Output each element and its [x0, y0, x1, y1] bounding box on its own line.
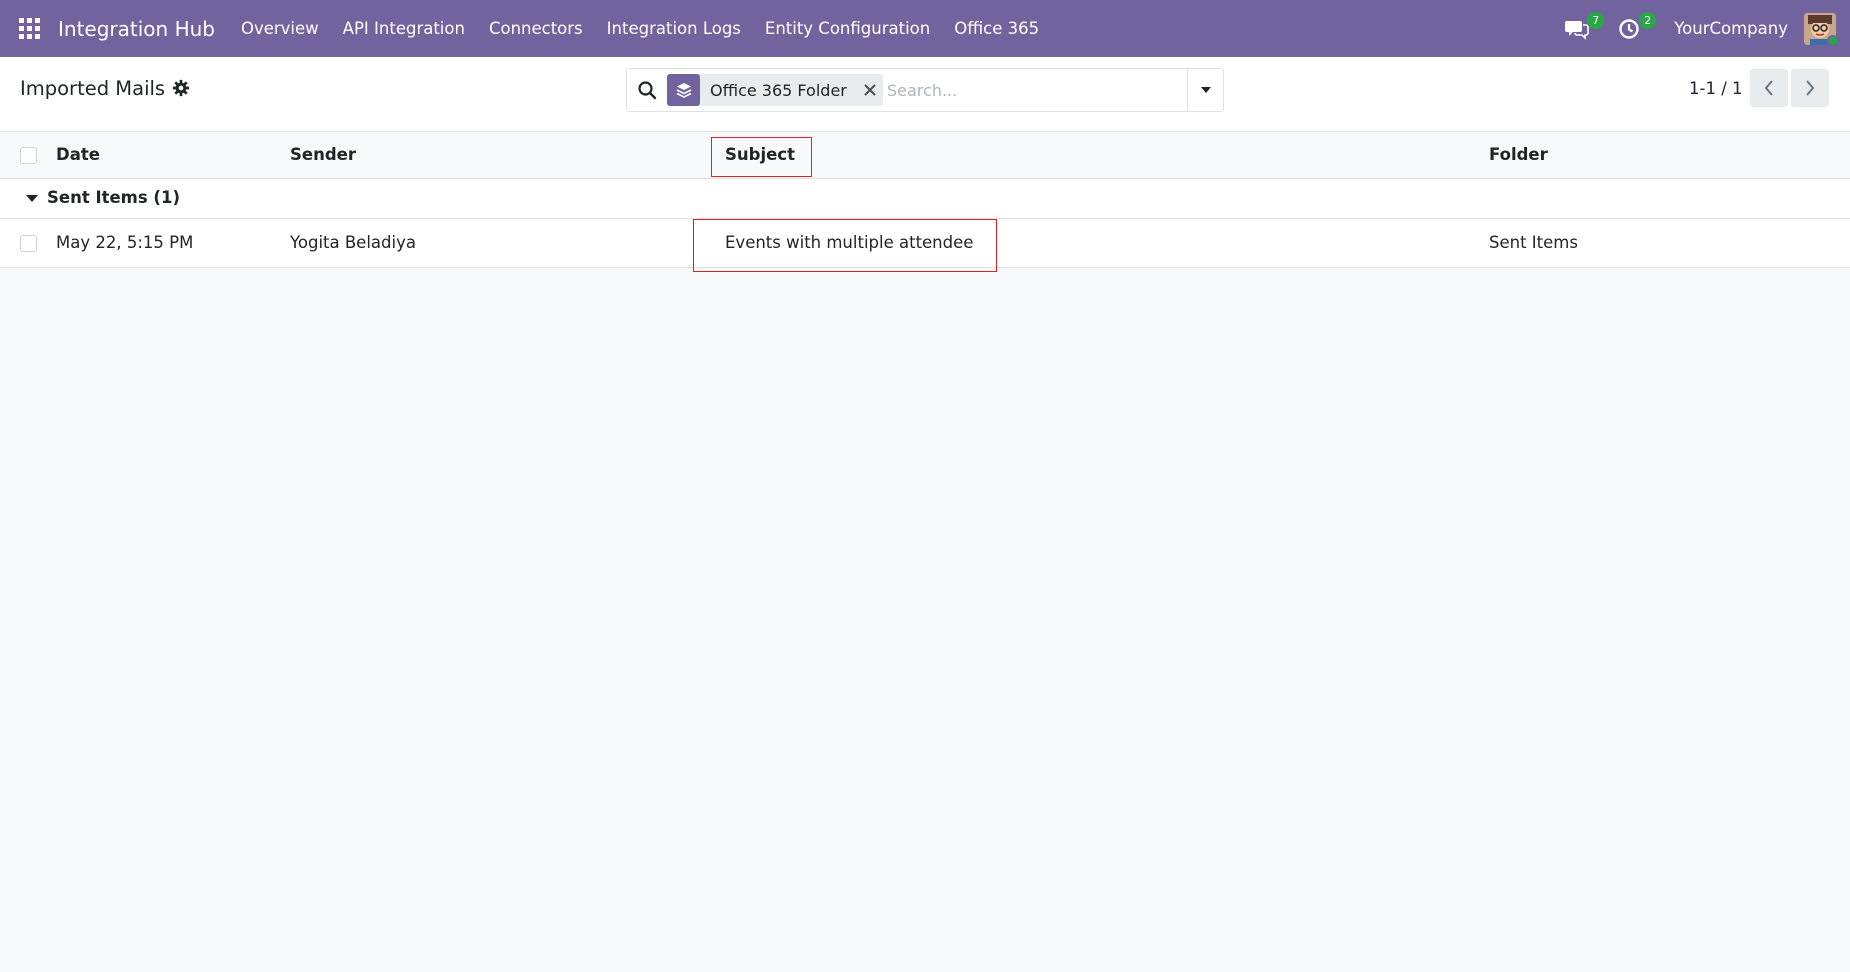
caret-down-icon	[26, 195, 38, 202]
app-brand[interactable]: Integration Hub	[58, 17, 215, 41]
app-menu-button[interactable]	[0, 0, 58, 57]
layers-icon	[667, 74, 700, 106]
caret-down-icon	[1200, 87, 1211, 93]
cell-folder: Sent Items	[1489, 233, 1578, 252]
search-options-toggle[interactable]	[1187, 69, 1223, 111]
facet-label: Office 365 Folder	[710, 80, 847, 100]
group-row-sent-items[interactable]: Sent Items (1)	[0, 179, 1850, 219]
search-icon[interactable]	[637, 80, 657, 100]
grid-icon	[18, 18, 40, 39]
systray: 7 2 YourCompany	[1562, 0, 1850, 57]
select-all-checkbox[interactable]	[20, 147, 37, 164]
cell-sender: Yogita Beladiya	[290, 233, 416, 252]
menu-overview[interactable]: Overview	[241, 19, 319, 38]
chat-bubbles-icon	[1565, 20, 1590, 40]
activities-count-badge: 2	[1639, 11, 1657, 29]
messages-count-badge: 7	[1587, 11, 1605, 29]
menu-connectors[interactable]: Connectors	[489, 19, 583, 38]
page-title: Imported Mails	[20, 77, 166, 100]
pager-previous-button[interactable]	[1750, 69, 1788, 107]
facet-remove-button[interactable]	[857, 74, 883, 106]
pager-next-button[interactable]	[1791, 69, 1829, 107]
clock-icon	[1619, 18, 1639, 39]
table-header: Date Sender Subject Folder	[0, 132, 1850, 179]
menu-integration-logs[interactable]: Integration Logs	[607, 19, 741, 38]
column-header-date[interactable]: Date	[56, 145, 100, 164]
pager-value[interactable]: 1-1 / 1	[1689, 79, 1743, 98]
menu-api-integration[interactable]: API Integration	[343, 19, 465, 38]
menu-office-365[interactable]: Office 365	[954, 19, 1039, 38]
control-panel: Imported Mails Office 365 Folder Search.…	[0, 57, 1850, 132]
close-icon	[864, 84, 876, 96]
search-bar: Office 365 Folder	[626, 68, 1224, 112]
user-avatar[interactable]	[1804, 12, 1839, 47]
online-status-dot	[1827, 34, 1839, 47]
column-header-folder[interactable]: Folder	[1489, 145, 1548, 164]
menu-entity-configuration[interactable]: Entity Configuration	[765, 19, 930, 38]
chevron-right-icon	[1806, 80, 1815, 96]
row-checkbox[interactable]	[20, 235, 37, 252]
company-switcher[interactable]: YourCompany	[1674, 19, 1788, 38]
top-navbar: Integration Hub Overview API Integration…	[0, 0, 1850, 57]
cell-date: May 22, 5:15 PM	[56, 233, 194, 252]
gear-icon[interactable]	[172, 79, 190, 97]
chevron-left-icon	[1764, 80, 1773, 96]
column-header-sender[interactable]: Sender	[290, 145, 356, 164]
group-label: Sent Items (1)	[47, 188, 180, 207]
messages-button[interactable]: 7	[1562, 11, 1605, 44]
activities-button[interactable]: 2	[1614, 11, 1657, 44]
highlight-subject-header	[711, 137, 812, 177]
highlight-subject-cell	[693, 219, 997, 272]
search-input[interactable]	[887, 77, 1167, 103]
search-facet[interactable]: Office 365 Folder	[667, 74, 883, 106]
